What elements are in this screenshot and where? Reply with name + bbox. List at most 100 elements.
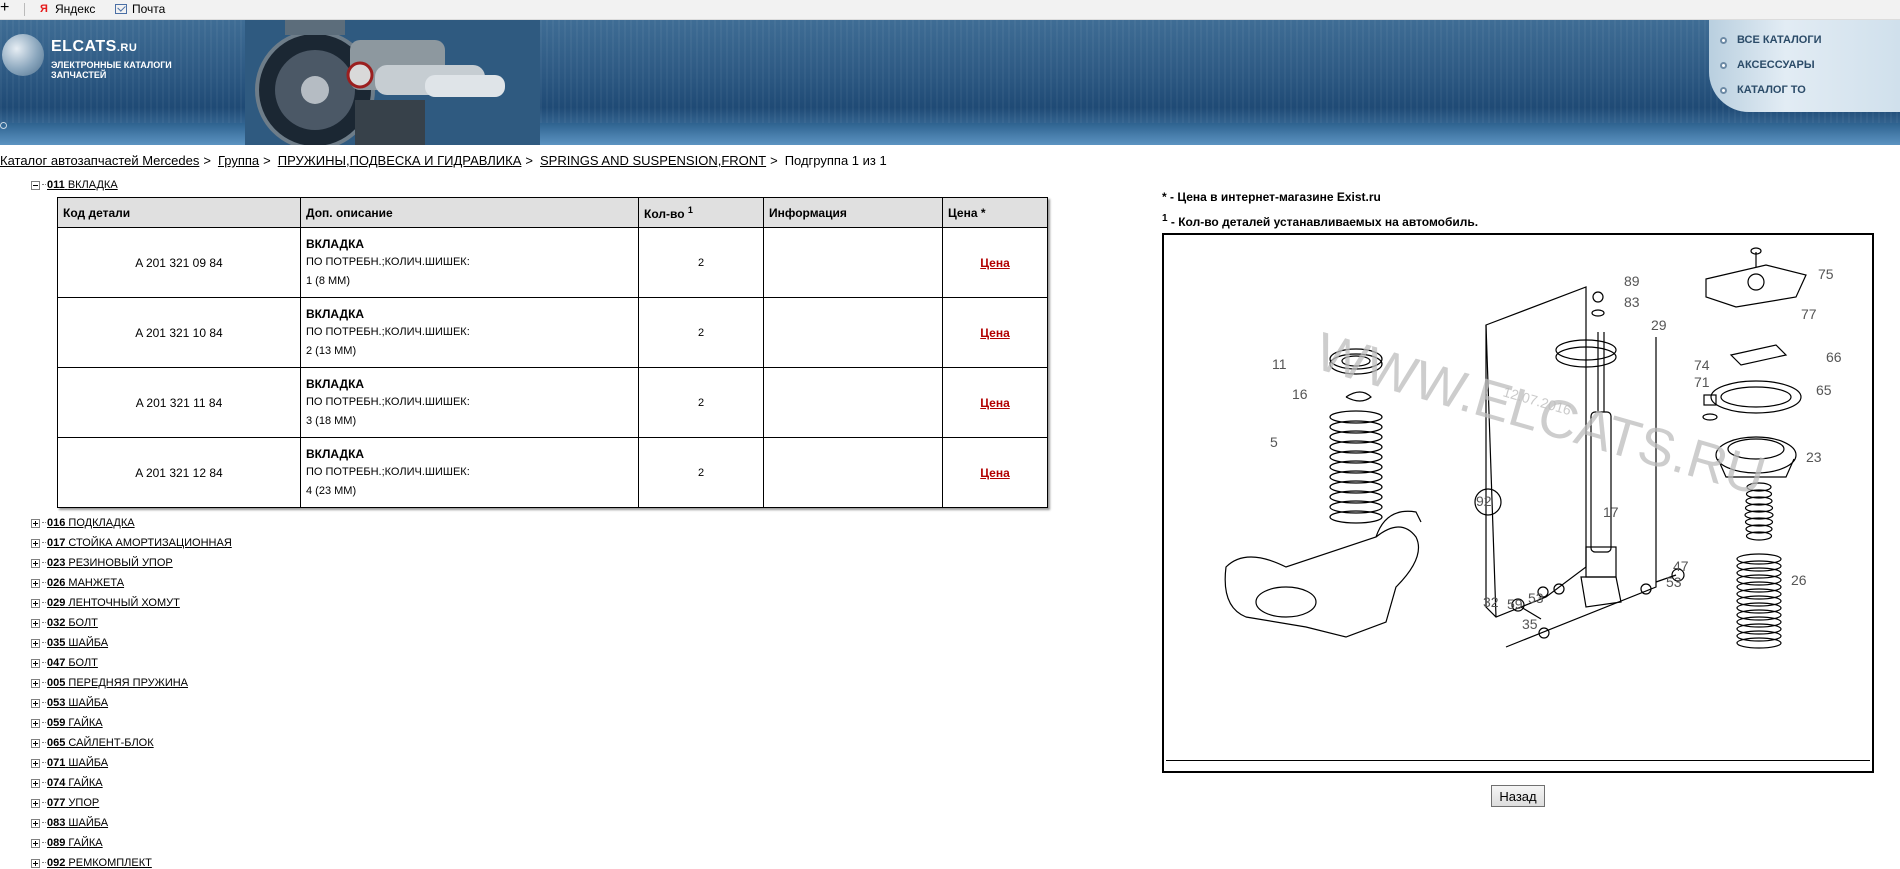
diagram-callout[interactable]: 35 [1522,616,1538,632]
breadcrumb-section[interactable]: ПРУЖИНЫ,ПОДВЕСКА И ГИДРАВЛИКА [278,153,522,168]
tree-item-link[interactable]: 077 УПОР [47,797,99,809]
diagram-callout[interactable]: 77 [1801,306,1817,322]
diagram-callout[interactable]: 71 [1694,374,1710,390]
globe-logo-icon[interactable] [2,34,44,76]
tree-item-link[interactable]: 071 ШАЙБА [47,757,108,769]
expand-icon[interactable] [31,838,40,848]
tree-item-link[interactable]: 092 РЕМКОМПЛЕКТ [47,857,152,869]
diagram-callout[interactable]: 23 [1806,449,1822,465]
diagram-callout[interactable]: 32 [1483,594,1499,610]
price-link[interactable]: Цена [980,466,1010,480]
expand-icon[interactable] [31,778,40,788]
tree-item-link[interactable]: 059 ГАЙКА [47,717,103,729]
price-link[interactable]: Цена [980,396,1010,410]
expand-icon[interactable] [31,858,40,868]
tree-item-link[interactable]: 047 БОЛТ [47,657,98,669]
diagram-callout[interactable]: 26 [1791,572,1807,588]
tree-item-link[interactable]: 053 ШАЙБА [47,697,108,709]
diagram-callout[interactable]: 59 [1507,596,1523,612]
price-link[interactable]: Цена [980,256,1010,270]
bookmark-yandex[interactable]: Я Яндекс [38,2,95,16]
tree-item-open[interactable]: 011 ВКЛАДКА [31,179,118,191]
diagram-callout[interactable]: 92 [1476,493,1492,509]
breadcrumb-group[interactable]: Группа [218,153,259,168]
expand-icon[interactable] [31,698,40,708]
back-button[interactable]: Назад [1491,785,1545,807]
tree-item[interactable]: 053 ШАЙБА [31,697,108,709]
tree-item-link[interactable]: 017 СТОЙКА АМОРТИЗАЦИОННАЯ [47,537,232,549]
tree-item-link[interactable]: 074 ГАЙКА [47,777,103,789]
tree-item[interactable]: 089 ГАЙКА [31,837,103,849]
tree-item-link[interactable]: 023 РЕЗИНОВЫЙ УПОР [47,557,173,569]
tree-item[interactable]: 077 УПОР [31,797,99,809]
diagram-callout[interactable]: 66 [1826,349,1842,365]
menu-accessories[interactable]: АКСЕССУАРЫ [1720,59,1815,71]
tree-item[interactable]: 005 ПЕРЕДНЯЯ ПРУЖИНА [31,677,188,689]
expand-icon[interactable] [31,638,40,648]
diagram-callout[interactable]: 89 [1624,273,1640,289]
expand-icon[interactable] [31,558,40,568]
diagram-callout[interactable]: 16 [1292,386,1308,402]
tree-item[interactable]: 059 ГАЙКА [31,717,103,729]
tree-item-link[interactable]: 005 ПЕРЕДНЯЯ ПРУЖИНА [47,677,188,689]
breadcrumb-subsection[interactable]: SPRINGS AND SUSPENSION,FRONT [540,153,766,168]
tree-item[interactable]: 035 ШАЙБА [31,637,108,649]
tree-item-link[interactable]: 026 МАНЖЕТА [47,577,124,589]
diagram-callout[interactable]: 65 [1816,382,1832,398]
expand-icon[interactable] [31,598,40,608]
tree-item[interactable]: 032 БОЛТ [31,617,98,629]
breadcrumb-catalog[interactable]: Каталог автозапчастей Mercedes [0,153,199,168]
tree-item[interactable]: 047 БОЛТ [31,657,98,669]
add-bookmark-icon[interactable]: + [0,0,9,16]
expand-icon[interactable] [31,678,40,688]
tree-item-link[interactable]: 016 ПОДКЛАДКА [47,517,135,529]
collapse-icon[interactable] [31,180,40,190]
expand-icon[interactable] [31,818,40,828]
tree-item[interactable]: 083 ШАЙБА [31,817,108,829]
col-qty-header: Кол-во 1 [638,197,764,228]
price-link[interactable]: Цена [980,326,1010,340]
diagram-callout[interactable]: 53 [1528,590,1544,606]
tree-item-link[interactable]: 065 САЙЛЕНТ-БЛОК [47,737,154,749]
diagram-callout[interactable]: 17 [1603,504,1619,520]
diagram-callout[interactable]: 47 [1673,558,1689,574]
expand-icon[interactable] [31,578,40,588]
col-desc-header: Доп. описание [300,197,639,228]
tree-item[interactable]: 092 РЕМКОМПЛЕКТ [31,857,152,869]
tree-item-link[interactable]: 035 ШАЙБА [47,637,108,649]
expand-icon[interactable] [31,738,40,748]
tree-item[interactable]: 065 САЙЛЕНТ-БЛОК [31,737,154,749]
tree-item-link[interactable]: 089 ГАЙКА [47,837,103,849]
diagram-callout[interactable]: 74 [1694,357,1710,373]
tree-item-link[interactable]: 032 БОЛТ [47,617,98,629]
expand-icon[interactable] [31,798,40,808]
diagram-callout[interactable]: 53 [1666,574,1682,590]
diagram-callout[interactable]: 83 [1624,294,1640,310]
diagram-callout[interactable]: 5 [1270,434,1278,450]
tree-item-link[interactable]: 029 ЛЕНТОЧНЫЙ ХОМУТ [47,597,180,609]
menu-all-catalogs[interactable]: ВСЕ КАТАЛОГИ [1720,34,1822,46]
tree-item-link[interactable]: 083 ШАЙБА [47,817,108,829]
tree-item[interactable]: 071 ШАЙБА [31,757,108,769]
expand-icon[interactable] [31,758,40,768]
diagram-callout[interactable]: 29 [1651,317,1667,333]
diagram-callout[interactable]: 11 [1272,356,1287,372]
logo-title[interactable]: ELCATS.RU [51,38,137,56]
expand-icon[interactable] [31,718,40,728]
tree-item[interactable]: 023 РЕЗИНОВЫЙ УПОР [31,557,173,569]
expand-icon[interactable] [31,518,40,528]
tree-item[interactable]: 074 ГАЙКА [31,777,103,789]
bookmark-label: Яндекс [55,2,96,16]
expand-icon[interactable] [31,618,40,628]
expand-icon[interactable] [31,538,40,548]
bullet-icon [1720,86,1727,94]
diagram-callout[interactable]: 75 [1818,266,1834,282]
tree-item[interactable]: 017 СТОЙКА АМОРТИЗАЦИОННАЯ [31,537,232,549]
menu-maintenance-catalog[interactable]: КАТАЛОГ ТО [1720,84,1806,96]
tree-item[interactable]: 026 МАНЖЕТА [31,577,124,589]
tree-item[interactable]: 029 ЛЕНТОЧНЫЙ ХОМУТ [31,597,180,609]
expand-icon[interactable] [31,658,40,668]
bookmark-mail[interactable]: Почта [115,2,165,16]
tree-item-link[interactable]: 011 ВКЛАДКА [47,179,118,191]
tree-item[interactable]: 016 ПОДКЛАДКА [31,517,135,529]
